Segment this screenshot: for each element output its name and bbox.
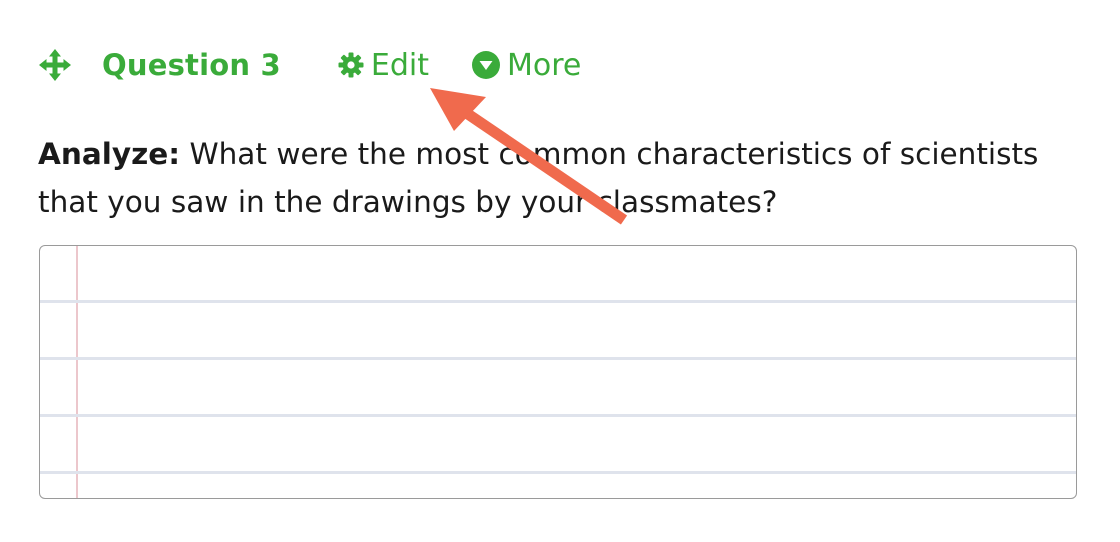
notebook-rule [40, 414, 1076, 417]
prompt-text: What were the most common characteristic… [38, 137, 1039, 219]
question-toolbar: Question 3 Edit More [38, 40, 581, 90]
more-label: More [506, 47, 582, 83]
question-prompt: Analyze: What were the most common chara… [38, 130, 1078, 226]
notebook-rule [40, 357, 1076, 360]
edit-button[interactable]: Edit [337, 48, 429, 83]
question-title: Question 3 [102, 48, 281, 82]
gear-icon [337, 51, 365, 79]
more-button[interactable]: More [471, 48, 581, 83]
notebook-rule [40, 300, 1076, 303]
prompt-lead: Analyze: [38, 137, 181, 171]
move-handle[interactable] [38, 48, 72, 82]
notebook-margin-line [76, 246, 78, 498]
move-arrows-icon [39, 49, 71, 81]
edit-label: Edit [370, 47, 429, 83]
notebook-rule [40, 471, 1076, 474]
caret-down-circle-icon [471, 50, 501, 80]
answer-textarea[interactable] [39, 245, 1077, 499]
